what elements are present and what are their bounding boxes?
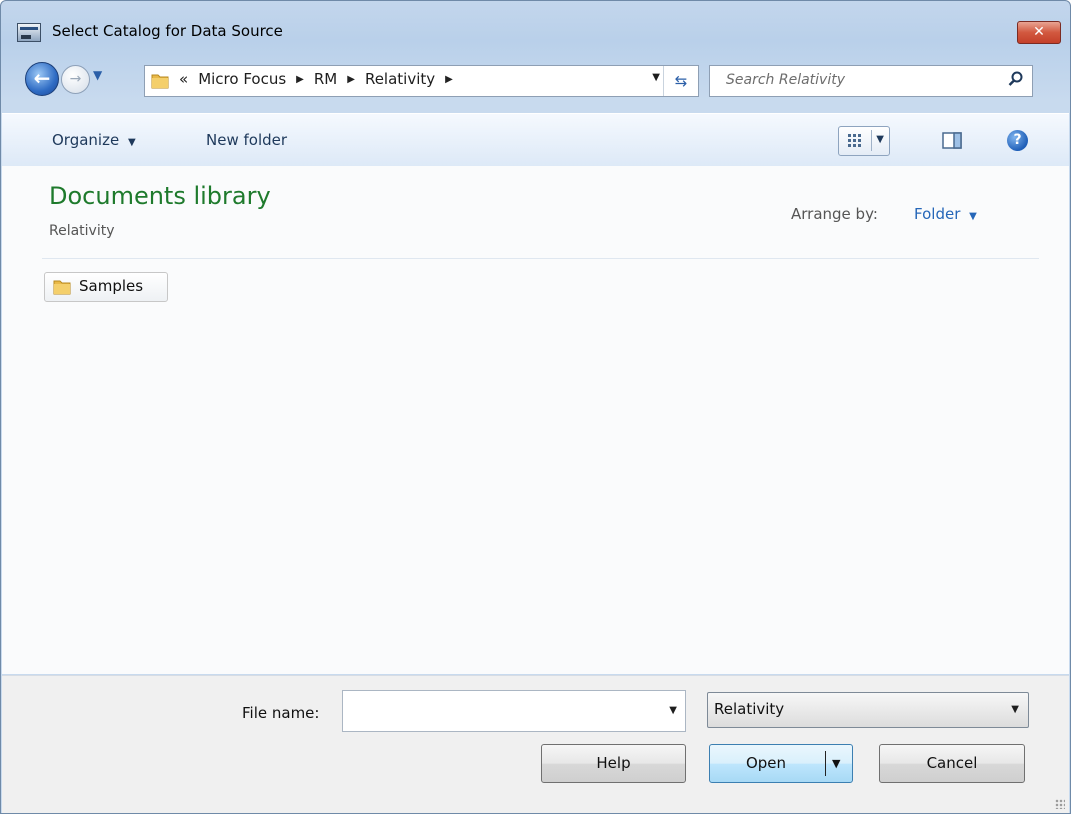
split-divider bbox=[825, 751, 826, 776]
chevron-down-icon[interactable]: ▼ bbox=[832, 745, 840, 782]
divider bbox=[42, 258, 1039, 259]
address-bar[interactable]: « Micro Focus ▶ RM ▶ Relativity ▶ ▼ ⇆ bbox=[144, 65, 699, 97]
history-dropdown-icon[interactable]: ▼ bbox=[93, 68, 102, 82]
dialog-window: Select Catalog for Data Source ✕ ← → ▼ «… bbox=[0, 0, 1071, 814]
library-subtitle: Relativity bbox=[49, 223, 115, 239]
organize-menu[interactable]: Organize ▼ bbox=[52, 131, 136, 149]
chevron-down-icon: ▼ bbox=[969, 211, 977, 222]
open-label: Open bbox=[745, 754, 787, 772]
file-type-select[interactable]: Relativity ▼ bbox=[707, 692, 1029, 728]
search-input[interactable]: Search Relativity bbox=[726, 72, 845, 88]
help-button[interactable]: Help bbox=[541, 744, 686, 783]
refresh-button[interactable]: ⇆ bbox=[663, 66, 698, 96]
back-arrow-icon: ← bbox=[33, 66, 51, 90]
file-type-value: Relativity bbox=[714, 700, 785, 718]
cancel-button[interactable]: Cancel bbox=[879, 744, 1025, 783]
search-box[interactable]: Search Relativity bbox=[709, 65, 1033, 97]
new-folder-button[interactable]: New folder bbox=[206, 131, 287, 149]
view-icon bbox=[848, 134, 861, 147]
arrange-by-value: Folder bbox=[914, 205, 961, 223]
chevron-down-icon: ▼ bbox=[127, 137, 136, 148]
folder-icon bbox=[53, 280, 71, 295]
dialog-footer: File name: ▼ Relativity ▼ Help Open ▼ Ca… bbox=[2, 675, 1069, 813]
help-icon[interactable]: ? bbox=[1007, 130, 1028, 151]
close-icon: ✕ bbox=[1033, 24, 1045, 40]
organize-label: Organize bbox=[52, 131, 120, 149]
close-button[interactable]: ✕ bbox=[1017, 21, 1061, 44]
breadcrumb-separator-icon[interactable]: ▶ bbox=[347, 74, 355, 85]
resize-grip-icon[interactable] bbox=[1055, 799, 1065, 809]
preview-pane-icon[interactable] bbox=[942, 132, 962, 149]
forward-arrow-icon: → bbox=[69, 71, 82, 87]
breadcrumb-item-relativity[interactable]: Relativity bbox=[365, 70, 435, 88]
open-button[interactable]: Open ▼ bbox=[709, 744, 853, 783]
arrange-by-label: Arrange by: bbox=[791, 205, 878, 223]
library-title: Documents library bbox=[49, 182, 271, 210]
command-bar: Organize ▼ New folder ▼ ? bbox=[2, 113, 1069, 167]
breadcrumb-overflow[interactable]: « bbox=[179, 70, 188, 88]
address-dropdown-icon[interactable]: ▼ bbox=[652, 72, 660, 83]
breadcrumb-separator-icon[interactable]: ▶ bbox=[296, 74, 304, 85]
window-title: Select Catalog for Data Source bbox=[52, 22, 283, 40]
refresh-icon: ⇆ bbox=[674, 72, 688, 90]
breadcrumb-separator-icon[interactable]: ▶ bbox=[445, 74, 453, 85]
chevron-down-icon: ▼ bbox=[1011, 704, 1019, 715]
breadcrumb-item-micro-focus[interactable]: Micro Focus bbox=[198, 70, 286, 88]
back-button[interactable]: ← bbox=[25, 62, 59, 96]
app-icon bbox=[17, 23, 41, 42]
breadcrumb-item-rm[interactable]: RM bbox=[314, 70, 337, 88]
view-divider bbox=[871, 130, 872, 151]
list-item[interactable]: Samples bbox=[44, 272, 168, 302]
change-view-button[interactable]: ▼ bbox=[838, 126, 890, 156]
chevron-down-icon[interactable]: ▼ bbox=[669, 705, 677, 716]
breadcrumb: « Micro Focus ▶ RM ▶ Relativity ▶ bbox=[179, 70, 453, 88]
file-list-pane: Documents library Relativity Arrange by:… bbox=[2, 166, 1069, 674]
search-icon[interactable] bbox=[1008, 71, 1024, 87]
folder-icon bbox=[151, 74, 169, 89]
list-item-label: Samples bbox=[79, 277, 144, 295]
file-name-field[interactable]: ▼ bbox=[342, 690, 686, 732]
title-bar: Select Catalog for Data Source ✕ bbox=[1, 1, 1070, 53]
forward-button[interactable]: → bbox=[61, 65, 90, 94]
chevron-down-icon[interactable]: ▼ bbox=[876, 134, 884, 145]
navigation-bar: ← → ▼ « Micro Focus ▶ RM ▶ Relativity ▶ … bbox=[1, 53, 1070, 103]
arrange-by-dropdown[interactable]: Folder ▼ bbox=[914, 205, 977, 223]
file-name-label: File name: bbox=[242, 704, 320, 722]
